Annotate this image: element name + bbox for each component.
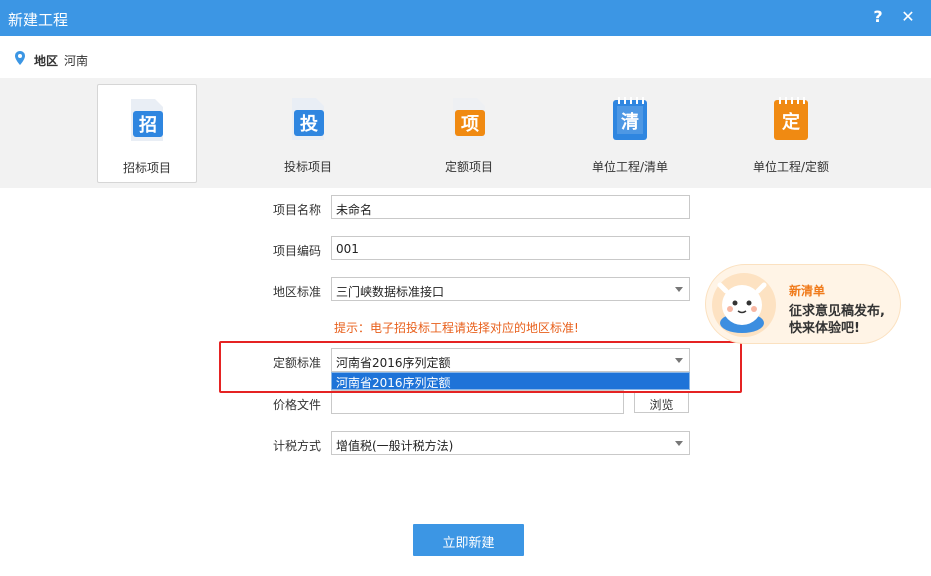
chevron-down-icon xyxy=(675,441,683,446)
tender-document-icon: 招 xyxy=(131,99,163,141)
project-type-strip: 招 招标项目 投 投标项目 项 定额项目 清 单位工程/清单 定 单位工程/定额 xyxy=(0,78,931,188)
bill-notebook-icon: 清 xyxy=(613,97,647,140)
title-bar: 新建工程 ? ✕ xyxy=(0,0,931,36)
dropdown-option[interactable]: 河南省2016序列定额 xyxy=(332,373,689,390)
tax-method-label: 计税方式 xyxy=(272,439,321,453)
promo-text-line2: 快来体验吧! xyxy=(789,321,860,336)
bid-document-icon: 投 xyxy=(292,98,324,140)
price-file-label: 价格文件 xyxy=(272,398,321,412)
chevron-down-icon xyxy=(675,287,683,292)
browse-button[interactable]: 浏览 xyxy=(634,391,689,413)
region-standard-label: 地区标准 xyxy=(272,285,321,299)
new-project-dialog: 新建工程 ? ✕ 地区 河南 招 招标项目 投 投标项目 项 定额项目 清 单位… xyxy=(0,0,931,576)
quota-standard-dropdown: 河南省2016序列定额 xyxy=(331,372,690,390)
tax-method-select[interactable]: 增值税(一般计税方法) xyxy=(331,431,690,455)
quota-standard-select[interactable]: 河南省2016序列定额 xyxy=(331,348,690,372)
tax-method-value: 增值税(一般计税方法) xyxy=(336,439,454,453)
region-bar: 地区 河南 xyxy=(0,36,931,78)
svg-text:定: 定 xyxy=(782,111,800,133)
region-standard-hint: 提示：电子招投标工程请选择对应的地区标准! xyxy=(334,321,579,335)
region-value[interactable]: 河南 xyxy=(64,52,88,69)
region-standard-value: 三门峡数据标准接口 xyxy=(336,285,445,299)
type-unit-bill[interactable]: 清 单位工程/清单 xyxy=(580,84,680,183)
svg-text:清: 清 xyxy=(621,112,639,133)
location-pin-icon xyxy=(15,51,25,65)
type-label: 招标项目 xyxy=(122,161,171,175)
promo-title: 新清单 xyxy=(789,284,826,298)
type-label: 单位工程/定额 xyxy=(752,160,830,174)
type-tender-project[interactable]: 招 招标项目 xyxy=(97,84,197,183)
new-bill-promo-banner[interactable]: 新清单 征求意见稿发布, 快来体验吧! xyxy=(705,264,901,344)
quota-document-icon: 项 xyxy=(453,98,485,140)
project-code-input[interactable]: 001 xyxy=(331,236,690,260)
price-file-input[interactable] xyxy=(331,390,624,414)
quota-standard-value: 河南省2016序列定额 xyxy=(336,356,451,370)
window-title: 新建工程 xyxy=(8,11,69,29)
mascot-icon xyxy=(712,273,776,337)
project-name-input[interactable]: 未命名 xyxy=(331,195,690,219)
svg-text:招: 招 xyxy=(139,114,157,136)
type-unit-quota[interactable]: 定 单位工程/定额 xyxy=(741,84,841,183)
type-label: 投标项目 xyxy=(283,160,332,174)
svg-text:项: 项 xyxy=(461,114,479,135)
create-now-button[interactable]: 立即新建 xyxy=(413,524,524,556)
quota-notebook-icon: 定 xyxy=(774,97,808,140)
type-quota-project[interactable]: 项 定额项目 xyxy=(419,84,519,183)
svg-text:投: 投 xyxy=(300,113,318,135)
project-name-label: 项目名称 xyxy=(272,203,321,217)
region-standard-select[interactable]: 三门峡数据标准接口 xyxy=(331,277,690,301)
project-code-label: 项目编码 xyxy=(272,244,321,258)
close-icon[interactable]: ✕ xyxy=(898,7,918,29)
type-bid-project[interactable]: 投 投标项目 xyxy=(258,84,358,183)
help-icon[interactable]: ? xyxy=(868,7,888,29)
chevron-down-icon xyxy=(675,358,683,363)
type-label: 定额项目 xyxy=(444,160,493,174)
type-label: 单位工程/清单 xyxy=(591,160,669,174)
region-label: 地区 xyxy=(34,54,59,68)
quota-standard-label: 定额标准 xyxy=(272,356,321,370)
